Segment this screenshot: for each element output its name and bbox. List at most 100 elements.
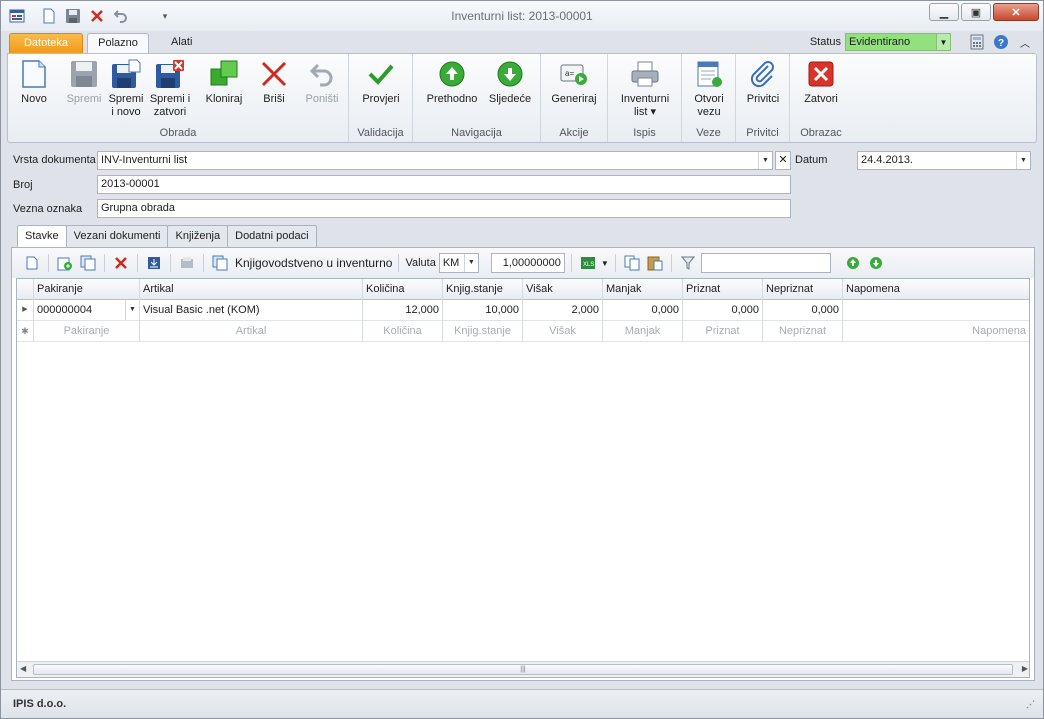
new-row-manjak[interactable]: Manjak xyxy=(603,321,683,342)
new-row-knjig-stanje[interactable]: Knjig.stanje xyxy=(443,321,523,342)
maximize-icon[interactable]: ▣ xyxy=(961,3,991,21)
spremi-i-novo-button[interactable]: Spremi i novo xyxy=(106,58,146,119)
cell-artikal[interactable]: Visual Basic .net (KOM) xyxy=(140,300,363,321)
cell-knjig-stanje[interactable]: 10,000 xyxy=(443,300,523,321)
col-header-visak[interactable]: Višak xyxy=(523,279,603,300)
convert-icon[interactable] xyxy=(210,253,230,273)
brisi-button[interactable]: Briši xyxy=(254,58,294,106)
grid-toolbar: Knjigovodstveno u inventurno Valuta KM ▼… xyxy=(12,248,1034,278)
vrsta-dokumenta-select[interactable]: INV-Inventurni list ▼ xyxy=(97,151,773,170)
cell-pakiranje[interactable]: 000000004 ▼ xyxy=(34,300,140,321)
spremi-button[interactable]: Spremi xyxy=(62,58,106,106)
chevron-down-icon[interactable]: ▼ xyxy=(601,259,609,268)
provjeri-button[interactable]: Provjeri xyxy=(359,58,403,106)
tab-datoteka[interactable]: Datoteka xyxy=(9,33,83,53)
col-header-napomena[interactable]: Napomena xyxy=(843,279,1029,300)
new-row-priznat[interactable]: Priznat xyxy=(683,321,763,342)
prethodno-button[interactable]: Prethodno xyxy=(425,58,479,106)
col-header-artikal[interactable]: Artikal xyxy=(140,279,363,300)
col-header-kolicina[interactable]: Količina xyxy=(363,279,443,300)
col-header-pakiranje[interactable]: Pakiranje xyxy=(34,279,140,300)
chevron-down-icon[interactable]: ▼ xyxy=(125,300,139,320)
privitci-button[interactable]: Privitci xyxy=(741,58,785,106)
import-icon[interactable] xyxy=(144,253,164,273)
help-icon[interactable]: ? xyxy=(991,33,1011,51)
datum-value: 24.4.2013. xyxy=(861,154,913,166)
check-icon xyxy=(365,58,397,90)
otvori-vezu-button[interactable]: Otvori vezu xyxy=(687,58,731,119)
new-row-artikal[interactable]: Artikal xyxy=(140,321,363,342)
tab-stavke[interactable]: Stavke xyxy=(17,225,67,248)
grid-header: Pakiranje Artikal Količina Knjig.stanje … xyxy=(17,279,1029,300)
new-row-icon[interactable] xyxy=(22,253,42,273)
col-header-priznat[interactable]: Priznat xyxy=(683,279,763,300)
scroll-thumb[interactable]: ||| xyxy=(33,664,1013,675)
knjigovodstveno-button[interactable]: Knjigovodstveno u inventurno xyxy=(235,256,392,270)
chevron-down-icon[interactable]: ▼ xyxy=(463,254,478,272)
paste-icon[interactable] xyxy=(645,253,665,273)
scroll-left-icon[interactable]: ◀ xyxy=(20,664,26,673)
chevron-down-icon[interactable]: ▼ xyxy=(1016,152,1030,169)
ribbon-tabs: Datoteka Polazno Alati Status Evidentira… xyxy=(1,31,1043,53)
new-row[interactable]: ✱ Pakiranje Artikal Količina Knjig.stanj… xyxy=(17,321,1029,342)
tab-vezani-dokumenti[interactable]: Vezani dokumenti xyxy=(65,225,169,247)
sljedece-button[interactable]: Sljedeće xyxy=(485,58,535,106)
cell-manjak[interactable]: 0,000 xyxy=(603,300,683,321)
minimize-icon[interactable]: ▁ xyxy=(929,3,959,21)
spremi-i-zatvori-button[interactable]: Spremi i zatvori xyxy=(148,58,192,119)
new-row-nepriznat[interactable]: Nepriznat xyxy=(763,321,843,342)
print-list-icon[interactable] xyxy=(177,253,197,273)
valuta-select[interactable]: KM ▼ xyxy=(438,253,479,273)
move-up-icon[interactable] xyxy=(843,253,863,273)
cell-priznat[interactable]: 0,000 xyxy=(683,300,763,321)
delete-row-icon[interactable] xyxy=(111,253,131,273)
detail-tabs: Stavke Vezani dokumenti Knjiženja Dodatn… xyxy=(17,225,317,248)
tab-polazno[interactable]: Polazno xyxy=(87,33,149,53)
spremi-novo-label-1: Spremi xyxy=(108,93,144,105)
new-row-napomena[interactable]: Napomena xyxy=(843,321,1029,342)
calculator-icon[interactable] xyxy=(967,33,987,51)
new-row-pakiranje[interactable]: Pakiranje xyxy=(34,321,140,342)
clear-icon[interactable]: ✕ xyxy=(775,151,791,170)
generiraj-button[interactable]: a= Generiraj xyxy=(549,58,599,106)
close-window-icon[interactable]: ✕ xyxy=(993,3,1039,21)
col-header-manjak[interactable]: Manjak xyxy=(603,279,683,300)
add-row-icon[interactable] xyxy=(55,253,75,273)
spremi-novo-label-2: i novo xyxy=(111,106,141,118)
zatvori-button[interactable]: Zatvori xyxy=(799,58,843,106)
chevron-down-icon[interactable]: ▼ xyxy=(936,34,950,50)
collapse-ribbon-icon[interactable]: ︿ xyxy=(1015,33,1035,51)
filter-icon[interactable] xyxy=(678,253,698,273)
tab-alati[interactable]: Alati xyxy=(159,33,204,53)
table-row[interactable]: ▶ 000000004 ▼ Visual Basic .net (KOM) 12… xyxy=(17,300,1029,321)
copy-row-icon[interactable] xyxy=(78,253,98,273)
resize-grip-icon[interactable]: ⋰ xyxy=(1026,699,1035,710)
horizontal-scrollbar[interactable]: ◀ ||| ▶ xyxy=(17,661,1029,677)
chevron-down-icon[interactable]: ▼ xyxy=(758,152,772,169)
cell-visak[interactable]: 2,000 xyxy=(523,300,603,321)
col-header-knjig-stanje[interactable]: Knjig.stanje xyxy=(443,279,523,300)
move-down-icon[interactable] xyxy=(866,253,886,273)
new-row-kolicina[interactable]: Količina xyxy=(363,321,443,342)
vezna-oznaka-field[interactable]: Grupna obrada xyxy=(97,199,791,218)
copy-icon[interactable] xyxy=(622,253,642,273)
filter-input[interactable] xyxy=(700,253,831,273)
datum-field[interactable]: 24.4.2013. ▼ xyxy=(857,151,1031,170)
col-header-nepriznat[interactable]: Nepriznat xyxy=(763,279,843,300)
new-row-visak[interactable]: Višak xyxy=(523,321,603,342)
kloniraj-button[interactable]: Kloniraj xyxy=(202,58,246,106)
inventurni-list-button[interactable]: Inventurni list ▾ xyxy=(616,58,674,119)
broj-field[interactable]: 2013-00001 xyxy=(97,175,791,194)
cell-nepriznat[interactable]: 0,000 xyxy=(763,300,843,321)
scroll-right-icon[interactable]: ▶ xyxy=(1022,664,1028,673)
tecaj-field[interactable]: 1,00000000 xyxy=(490,253,565,273)
tab-dodatni-podaci[interactable]: Dodatni podaci xyxy=(227,225,317,247)
export-excel-icon[interactable]: XLS xyxy=(578,253,598,273)
cell-kolicina[interactable]: 12,000 xyxy=(363,300,443,321)
ponisti-button[interactable]: Poništi xyxy=(300,58,344,106)
tab-knjizenja[interactable]: Knjiženja xyxy=(167,225,229,247)
cell-napomena[interactable] xyxy=(843,300,1029,321)
status-value: Evidentirano xyxy=(849,36,911,48)
novo-button[interactable]: Novo xyxy=(14,58,54,106)
status-select[interactable]: Evidentirano ▼ xyxy=(845,33,951,51)
